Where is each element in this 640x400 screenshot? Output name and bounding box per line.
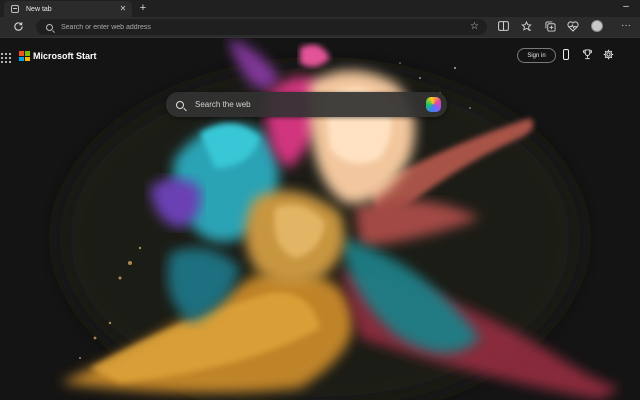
star-icon[interactable]: ☆ (470, 22, 479, 32)
new-tab-button[interactable]: + (137, 2, 149, 14)
new-tab-page-icon (11, 5, 19, 13)
page-header: Microsoft Start Sign in (0, 38, 640, 74)
address-bar[interactable]: ☆ (36, 19, 487, 35)
trophy-icon[interactable] (581, 49, 593, 61)
search-input[interactable] (195, 100, 426, 109)
microsoft-logo-icon (19, 51, 30, 61)
tab-new-tab[interactable]: New tab ✕ (4, 1, 132, 17)
sign-in-button[interactable]: Sign in (517, 48, 556, 63)
copilot-icon[interactable] (426, 97, 441, 112)
avatar[interactable] (591, 20, 603, 32)
new-tab-page: Microsoft Start Sign in (0, 38, 640, 400)
search-icon (176, 100, 184, 109)
refresh-icon[interactable] (12, 21, 24, 33)
heart-pulse-icon[interactable] (567, 21, 579, 33)
phone-icon[interactable] (563, 49, 569, 60)
brand-name[interactable]: Microsoft Start (33, 50, 97, 62)
title-bar: New tab ✕ + – (0, 0, 640, 17)
browser-toolbar: ☆ ··· (0, 17, 640, 38)
gear-icon[interactable] (602, 49, 614, 61)
more-icon[interactable]: ··· (620, 20, 632, 32)
apps-grid-icon[interactable] (1, 53, 11, 63)
favorites-icon[interactable] (520, 20, 532, 33)
tab-title: New tab (26, 5, 52, 13)
close-tab-icon[interactable]: ✕ (118, 4, 128, 14)
split-screen-icon[interactable] (497, 21, 509, 33)
address-input[interactable] (61, 23, 471, 31)
search-icon (46, 23, 53, 31)
collections-icon[interactable] (544, 21, 556, 33)
minimize-button[interactable]: – (621, 1, 631, 15)
web-search-box[interactable] (166, 92, 447, 117)
